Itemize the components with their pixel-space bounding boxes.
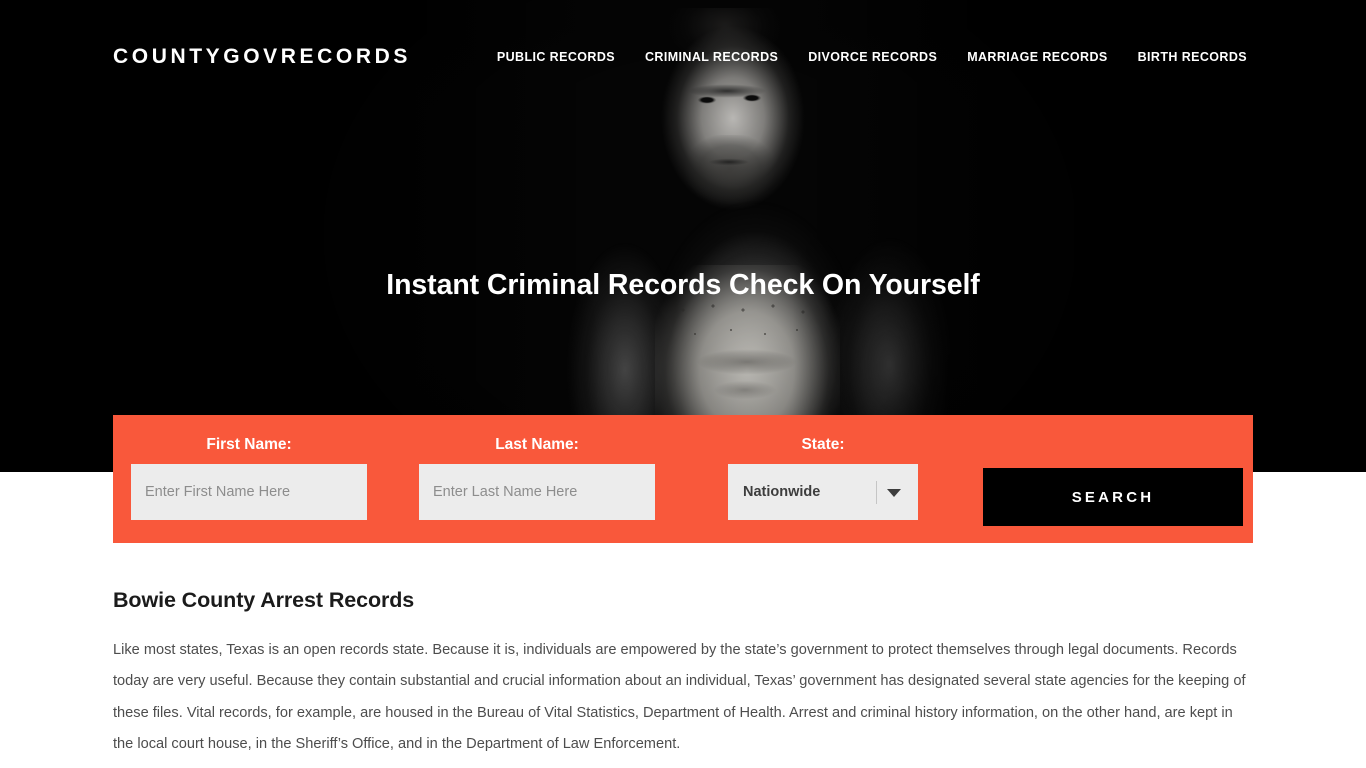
state-select-value: Nationwide: [743, 484, 821, 500]
page-title: Bowie County Arrest Records: [113, 588, 415, 612]
first-name-input[interactable]: [131, 464, 367, 520]
page-root: COUNTYGOVRECORDS PUBLIC RECORDS CRIMINAL…: [0, 0, 1366, 768]
first-name-label: First Name:: [206, 436, 292, 453]
nav-item-criminal-records[interactable]: CRIMINAL RECORDS: [645, 50, 778, 64]
site-logo[interactable]: COUNTYGOVRECORDS: [113, 45, 411, 69]
last-name-label: Last Name:: [495, 436, 579, 453]
last-name-input[interactable]: [419, 464, 655, 520]
nav-item-marriage-records[interactable]: MARRIAGE RECORDS: [967, 50, 1107, 64]
select-divider: [876, 481, 877, 504]
last-name-field-group: Last Name:: [419, 415, 655, 520]
chevron-down-icon: [887, 489, 901, 497]
nav-item-divorce-records[interactable]: DIVORCE RECORDS: [808, 50, 937, 64]
nav-item-public-records[interactable]: PUBLIC RECORDS: [497, 50, 615, 64]
content-section: Bowie County Arrest Records Like most st…: [113, 588, 1253, 761]
first-name-field-group: First Name:: [131, 415, 367, 520]
state-select[interactable]: Nationwide: [728, 464, 918, 520]
content-paragraph: Like most states, Texas is an open recor…: [113, 642, 1246, 753]
search-panel: First Name: Last Name: State: Nationwide…: [113, 415, 1253, 543]
main-navigation: PUBLIC RECORDS CRIMINAL RECORDS DIVORCE …: [497, 50, 1247, 64]
nav-item-birth-records[interactable]: BIRTH RECORDS: [1138, 50, 1247, 64]
site-header: COUNTYGOVRECORDS PUBLIC RECORDS CRIMINAL…: [0, 0, 1366, 116]
state-field-group: State: Nationwide: [728, 415, 918, 520]
state-label: State:: [801, 436, 845, 453]
search-button[interactable]: SEARCH: [983, 468, 1243, 526]
hero-headline: Instant Criminal Records Check On Yourse…: [386, 269, 980, 302]
